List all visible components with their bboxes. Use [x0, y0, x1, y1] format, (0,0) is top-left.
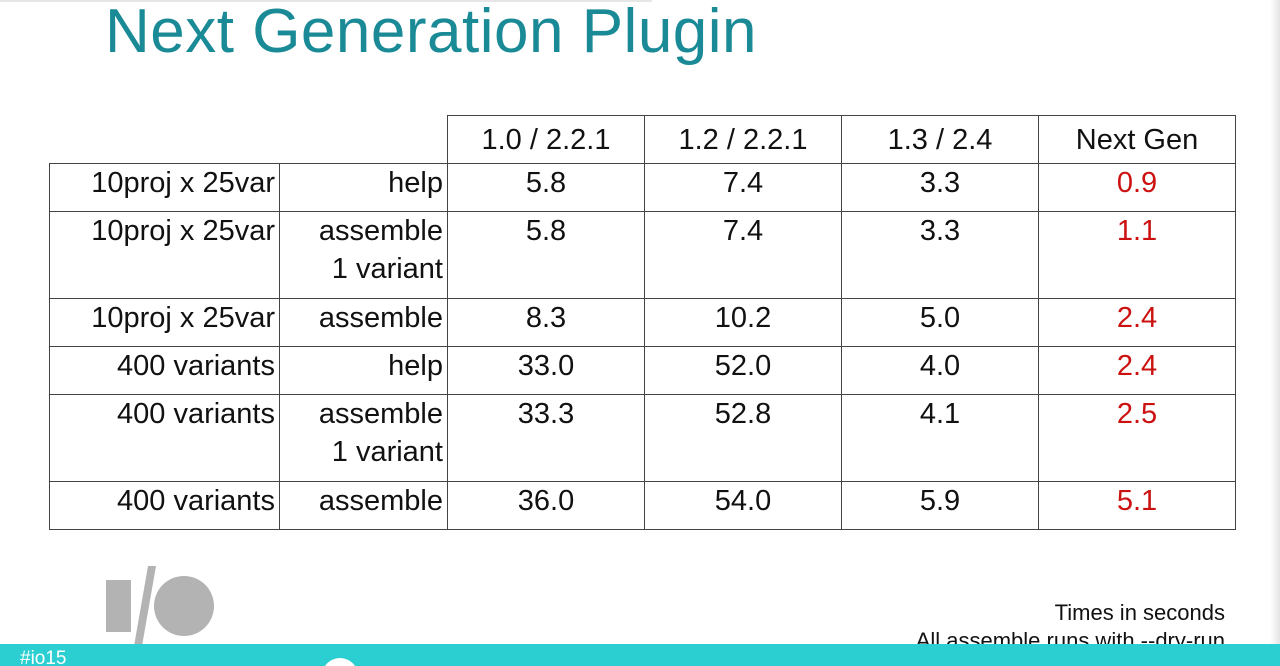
- next-gen-value-cell: 2.4: [1038, 298, 1236, 347]
- project-cell: 400 variants: [49, 394, 280, 482]
- footer-bar: #io15: [0, 644, 1280, 666]
- value-cell: 33.0: [447, 346, 645, 395]
- value-cell: 5.9: [841, 481, 1039, 530]
- table-row: 400 variants help 33.0 52.0 4.0 2.4: [49, 346, 1236, 395]
- project-cell: 10proj x 25var: [49, 211, 280, 299]
- task-cell: assemble 1 variant: [279, 211, 448, 299]
- value-cell: 3.3: [841, 163, 1039, 212]
- benchmark-table-container: 1.0 / 2.2.1 1.2 / 2.2.1 1.3 / 2.4 Next G…: [49, 115, 1236, 530]
- table-row: 400 variants assemble 1 variant 33.3 52.8…: [49, 394, 1236, 482]
- value-cell: 36.0: [447, 481, 645, 530]
- header-col-next-gen: Next Gen: [1038, 115, 1236, 164]
- next-gen-value-cell: 1.1: [1038, 211, 1236, 299]
- task-sublabel: 1 variant: [331, 253, 443, 285]
- value-cell: 8.3: [447, 298, 645, 347]
- slide-edge-shadow: [1270, 0, 1280, 650]
- google-io-logo-icon: [106, 566, 216, 646]
- task-cell: help: [279, 346, 448, 395]
- value-cell: 10.2: [644, 298, 842, 347]
- next-gen-value-cell: 2.4: [1038, 346, 1236, 395]
- task-label: assemble: [318, 302, 443, 334]
- table-row: 10proj x 25var help 5.8 7.4 3.3 0.9: [49, 163, 1236, 212]
- table-row: 10proj x 25var assemble 8.3 10.2 5.0 2.4: [49, 298, 1236, 347]
- value-cell: 33.3: [447, 394, 645, 482]
- value-cell: 4.0: [841, 346, 1039, 395]
- value-cell: 52.0: [644, 346, 842, 395]
- table-header-row: 1.0 / 2.2.1 1.2 / 2.2.1 1.3 / 2.4 Next G…: [49, 115, 1236, 164]
- value-cell: 52.8: [644, 394, 842, 482]
- task-cell: assemble: [279, 298, 448, 347]
- header-col-1: 1.0 / 2.2.1: [447, 115, 645, 164]
- task-label: assemble: [318, 398, 443, 430]
- next-gen-value-cell: 2.5: [1038, 394, 1236, 482]
- slide-title: Next Generation Plugin: [105, 0, 758, 66]
- next-gen-value-cell: 0.9: [1038, 163, 1236, 212]
- task-label: assemble: [318, 485, 443, 517]
- header-blank-cell: [49, 115, 448, 164]
- project-cell: 400 variants: [49, 481, 280, 530]
- circle-decoration-icon: [322, 658, 358, 666]
- task-sublabel: 1 variant: [331, 436, 443, 468]
- value-cell: 7.4: [644, 211, 842, 299]
- task-cell: help: [279, 163, 448, 212]
- value-cell: 3.3: [841, 211, 1039, 299]
- project-cell: 10proj x 25var: [49, 163, 280, 212]
- task-label: help: [388, 350, 443, 382]
- value-cell: 5.8: [447, 211, 645, 299]
- table-row: 400 variants assemble 36.0 54.0 5.9 5.1: [49, 481, 1236, 530]
- task-label: help: [388, 167, 443, 199]
- next-gen-value-cell: 5.1: [1038, 481, 1236, 530]
- value-cell: 54.0: [644, 481, 842, 530]
- value-cell: 5.8: [447, 163, 645, 212]
- task-cell: assemble 1 variant: [279, 394, 448, 482]
- footnote-line-1: Times in seconds: [1054, 600, 1225, 625]
- table-row: 10proj x 25var assemble 1 variant 5.8 7.4…: [49, 211, 1236, 299]
- value-cell: 4.1: [841, 394, 1039, 482]
- header-col-2: 1.2 / 2.2.1: [644, 115, 842, 164]
- header-col-3: 1.3 / 2.4: [841, 115, 1039, 164]
- task-label: assemble: [318, 215, 443, 247]
- benchmark-table: 1.0 / 2.2.1 1.2 / 2.2.1 1.3 / 2.4 Next G…: [49, 115, 1236, 530]
- hashtag-label: #io15: [20, 648, 67, 666]
- project-cell: 400 variants: [49, 346, 280, 395]
- project-cell: 10proj x 25var: [49, 298, 280, 347]
- value-cell: 5.0: [841, 298, 1039, 347]
- value-cell: 7.4: [644, 163, 842, 212]
- task-cell: assemble: [279, 481, 448, 530]
